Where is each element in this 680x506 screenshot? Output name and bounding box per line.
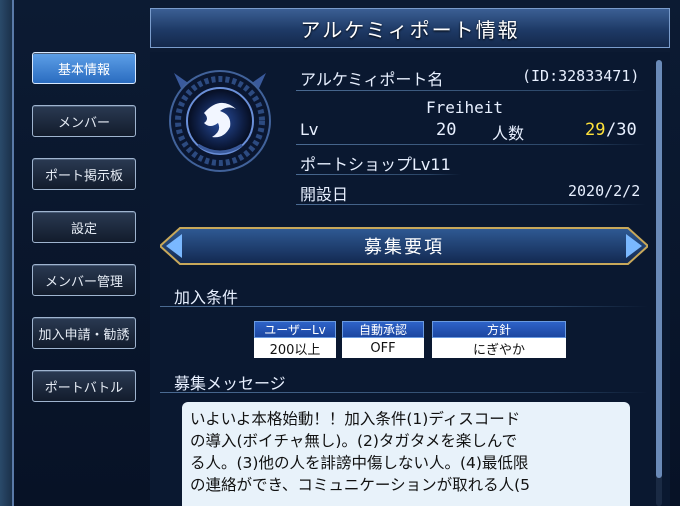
members-label: 人数 <box>492 124 525 143</box>
sidebar-item-member-management[interactable]: メンバー管理 <box>32 264 136 296</box>
founded-label: 開設日 <box>300 185 349 204</box>
message-heading: 募集メッセージ <box>174 374 286 393</box>
window-title: アルケミィポート情報 <box>150 8 670 48</box>
condition-header-auto-approve: 自動承認 <box>342 321 424 338</box>
port-shop-level: ポートショップLv11 <box>300 155 451 174</box>
sidebar-item-port-battle[interactable]: ポートバトル <box>32 370 136 402</box>
divider <box>296 204 646 205</box>
recruit-banner-label: 募集要項 <box>364 237 444 258</box>
message-line: る人。(3)他の人を誹謗中傷しない人。(4)最低限 <box>190 454 529 472</box>
members-max: /30 <box>606 120 637 140</box>
scrollbar-thumb[interactable] <box>656 60 662 478</box>
divider <box>296 174 461 175</box>
sidebar-item-join-requests[interactable]: 加入申請・勧誘 <box>32 317 136 349</box>
divider <box>296 144 646 145</box>
divider <box>160 306 648 307</box>
condition-value-user-level: 200以上 <box>254 338 336 358</box>
founded-date: 2020/2/2 <box>568 182 641 200</box>
recruit-message-box: いよいよ本格始動！！加入条件(1)ディスコード の導入(ボイチャ無し)。(2)タ… <box>182 402 630 506</box>
condition-header-policy: 方針 <box>432 321 566 338</box>
condition-value-policy: にぎやか <box>432 338 566 358</box>
level-value: 20 <box>436 120 457 140</box>
members-current: 29 <box>585 120 606 140</box>
level-label: Lv <box>300 120 319 139</box>
port-name-value: Freiheit <box>426 98 504 117</box>
message-line: いよいよ本格始動！！加入条件(1)ディスコード <box>190 410 521 428</box>
sidebar-item-port-board[interactable]: ポート掲示板 <box>32 158 136 190</box>
condition-value-auto-approve: OFF <box>342 338 424 358</box>
condition-header-user-level: ユーザーLv <box>254 321 336 338</box>
conditions-heading: 加入条件 <box>174 288 239 307</box>
message-line: の連絡ができ、コミュニケーションが取れる人(5 <box>190 476 531 494</box>
port-name-label: アルケミィポート名 <box>300 70 444 89</box>
port-id: (ID:32833471) <box>522 67 640 85</box>
message-line: の導入(ボイチャ無し)。(2)タガタメを楽しんで <box>190 432 518 450</box>
sidebar-item-settings[interactable]: 設定 <box>32 211 136 243</box>
divider <box>160 392 648 393</box>
divider <box>296 90 646 91</box>
port-emblem-icon <box>169 70 271 172</box>
sidebar-item-members[interactable]: メンバー <box>32 105 136 137</box>
sidebar-item-basic-info[interactable]: 基本情報 <box>32 52 136 84</box>
